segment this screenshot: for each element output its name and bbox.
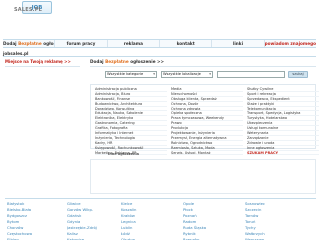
main-title-post: ogłoszenie >> xyxy=(128,59,165,64)
category-grid: Administracja publiczna Administracja, Bi… xyxy=(90,84,319,156)
nav-item[interactable]: linki xyxy=(212,40,265,47)
chevron-down-icon: ▾ xyxy=(153,72,155,76)
category-column: Służby Cywilne Sport i rekreacja Sprzedawc… xyxy=(247,87,319,156)
category-link[interactable]: Serwis, Usługi, Montaż xyxy=(171,151,243,156)
category-select[interactable]: Wszystkie kategorie ▾ xyxy=(105,71,157,78)
site-logo[interactable]: JOB SALES.PL xyxy=(12,1,64,19)
nav-item[interactable]: Dodaj Bezpłatne ogłoszenie xyxy=(3,40,56,47)
city-column: Gliwice Gorzów Wlkp. Gdańsk Gdynia Jastrzębi… xyxy=(67,201,127,240)
nav-item-label: reklama xyxy=(123,41,143,46)
nav-item[interactable]: forum pracy xyxy=(55,40,108,47)
main-title[interactable]: Dodaj Bezpłatne ogłoszenie >> xyxy=(90,59,164,64)
main-divider xyxy=(90,66,316,67)
logo-main: SALES.PL xyxy=(14,7,43,13)
nav-item[interactable]: reklama xyxy=(108,40,160,47)
main-title-pre: Dodaj xyxy=(90,59,106,64)
nav-item-label: powiadom znajomego xyxy=(264,41,316,46)
nav-item-label: kontakt xyxy=(176,41,195,46)
other-listings-title: Inne ogłoszenia xyxy=(108,152,140,156)
city-list: Białystok Bielsko-Biała Bydgoszcz Bytom Chor… xyxy=(5,198,316,240)
search-button[interactable]: szukaj xyxy=(288,71,308,78)
sidebar-divider xyxy=(5,66,80,67)
main-title-highlight: Bezpłatne xyxy=(105,59,129,64)
nav-item-highlight: Bezpłatne xyxy=(18,41,42,46)
header-divider xyxy=(3,56,316,57)
city-column: Sosnowiec Szczecin Tarnów Toruń Tychy Wałbrzy… xyxy=(245,201,305,240)
location-select-value: Wszystkie lokalizacje xyxy=(163,72,201,76)
location-select[interactable]: Wszystkie lokalizacje ▾ xyxy=(161,71,213,78)
city-column: Białystok Bielsko-Biała Bydgoszcz Bytom Chor… xyxy=(7,201,67,240)
city-column: Opole Płock Poznań Radom Ruda Śląska Rybnik Rz… xyxy=(183,201,243,240)
city-column: Kielce Koszalin Kraków Legnica Lublin Łódź Ols… xyxy=(121,201,181,240)
nav-item[interactable]: powiadom znajomego xyxy=(265,40,316,47)
category-column: Media Nieruchomości Obsługa klienta, Sprze… xyxy=(171,87,243,156)
nav-item[interactable]: kontakt xyxy=(160,40,213,47)
category-column: Administracja publiczna Administracja, Bi… xyxy=(95,87,167,156)
other-listings-box xyxy=(90,159,316,194)
nav-item-label: Dodaj xyxy=(3,41,19,46)
chevron-down-icon: ▾ xyxy=(209,72,211,76)
sidebar-ad-link[interactable]: Miejsce na Twoją reklamę >> xyxy=(5,59,71,64)
category-select-value: Wszystkie kategorie xyxy=(107,72,144,76)
nav-item-label: linki xyxy=(232,41,244,46)
nav-item-suffix: ogłoszenie xyxy=(43,41,56,46)
nav-item-label: forum pracy xyxy=(66,41,96,46)
category-link[interactable]: SZUKAM PRACY xyxy=(247,151,319,156)
top-nav: Dodaj Bezpłatne ogłoszenie forum pracy rek… xyxy=(3,39,316,48)
search-input[interactable] xyxy=(217,71,285,78)
